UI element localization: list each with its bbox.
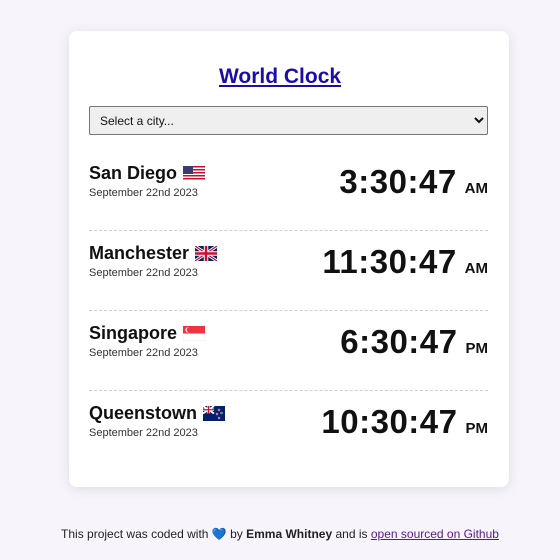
clock-row-manchester: Manchester September 22nd 2023 11:30:47 A… bbox=[89, 231, 488, 311]
city-label: Singapore bbox=[89, 323, 178, 343]
github-link[interactable]: open sourced on Github bbox=[371, 527, 499, 541]
uk-flag-icon bbox=[195, 246, 218, 261]
time-value: 3:30:47 bbox=[339, 163, 457, 200]
clock-row-queenstown: Queenstown September 22nd 2023 10:30:47 P… bbox=[89, 391, 488, 471]
clock-row-san-diego: San Diego September 22nd 2023 3:30:47 AM bbox=[89, 151, 488, 231]
time-display: 6:30:47 PM bbox=[340, 323, 488, 361]
city-select-wrapper: Select a city... bbox=[89, 106, 488, 135]
period-label: PM bbox=[465, 340, 489, 357]
period-label: AM bbox=[464, 260, 488, 277]
date-label: September 22nd 2023 bbox=[89, 347, 198, 359]
heart-icon: 💙 bbox=[211, 527, 227, 541]
city-name: San Diego bbox=[89, 163, 206, 184]
city-label: Manchester bbox=[89, 243, 190, 263]
period-label: PM bbox=[465, 420, 489, 437]
sg-flag-icon bbox=[183, 326, 206, 341]
nz-flag-icon bbox=[203, 406, 226, 421]
date-label: September 22nd 2023 bbox=[89, 267, 198, 279]
author-name: Emma Whitney bbox=[246, 527, 333, 541]
city-label: San Diego bbox=[89, 163, 178, 183]
city-name: Singapore bbox=[89, 323, 206, 344]
time-value: 11:30:47 bbox=[322, 243, 457, 280]
date-label: September 22nd 2023 bbox=[89, 427, 198, 439]
date-label: September 22nd 2023 bbox=[89, 187, 198, 199]
title-link[interactable]: World Clock bbox=[219, 65, 341, 88]
time-display: 10:30:47 PM bbox=[321, 403, 488, 441]
footer-middle: and is bbox=[335, 527, 368, 541]
time-display: 11:30:47 AM bbox=[322, 243, 488, 281]
time-value: 6:30:47 bbox=[340, 323, 458, 360]
us-flag-icon bbox=[183, 166, 206, 181]
footer: This project was coded with 💙 by Emma Wh… bbox=[0, 527, 560, 541]
time-display: 3:30:47 AM bbox=[339, 163, 488, 201]
period-label: AM bbox=[464, 180, 488, 197]
city-name: Queenstown bbox=[89, 403, 226, 424]
footer-by: by bbox=[230, 527, 243, 541]
clock-row-singapore: Singapore September 22nd 2023 6:30:47 PM bbox=[89, 311, 488, 391]
time-value: 10:30:47 bbox=[321, 403, 458, 440]
city-select[interactable]: Select a city... bbox=[89, 106, 488, 135]
page-title: World Clock bbox=[0, 65, 560, 89]
city-name: Manchester bbox=[89, 243, 218, 264]
city-label: Queenstown bbox=[89, 403, 198, 423]
footer-prefix: This project was coded with bbox=[61, 527, 209, 541]
